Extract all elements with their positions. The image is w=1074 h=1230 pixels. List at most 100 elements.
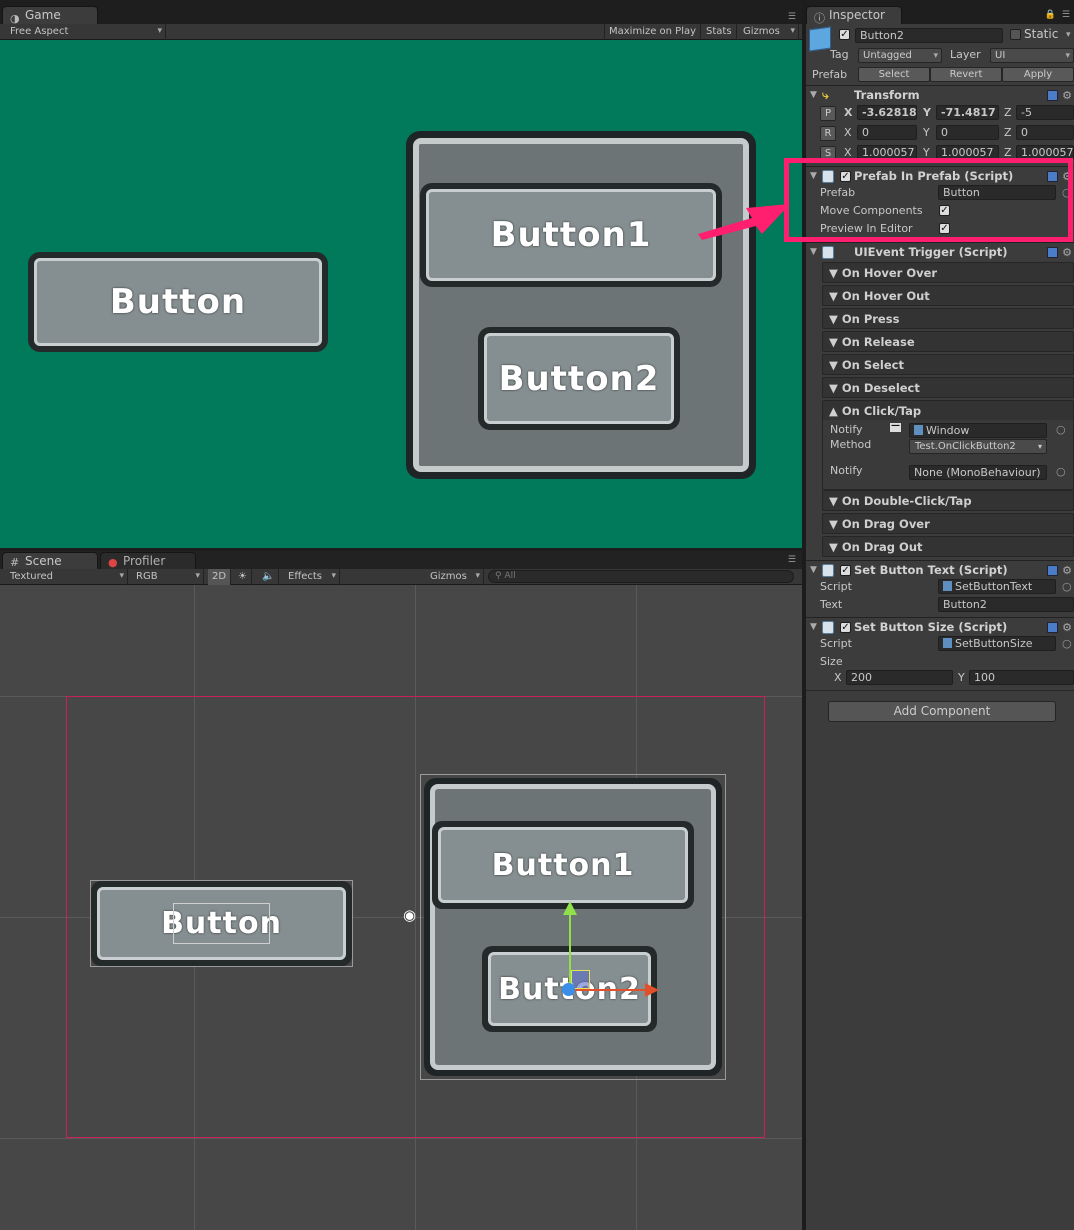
scene-view[interactable]: Button ◉ Button1 Button2 <box>0 585 802 1230</box>
lighting-toggle[interactable]: ☀ <box>234 569 252 585</box>
remove-notify-button[interactable]: — <box>890 422 901 432</box>
maximize-on-play-toggle[interactable]: Maximize on Play <box>604 24 702 40</box>
event-on-hover-out[interactable]: ▼ On Hover Out <box>822 285 1074 306</box>
event-on-click-tap[interactable]: ▲ On Click/Tap <box>822 400 1074 421</box>
position-reset-button[interactable]: P <box>820 106 836 121</box>
help-book-icon[interactable] <box>1047 565 1058 576</box>
text-bounds <box>173 903 270 944</box>
size-script-field[interactable]: SetButtonSize <box>938 636 1056 651</box>
text-field[interactable]: Button2 <box>938 597 1074 612</box>
rot-z-field[interactable]: 0 <box>1016 125 1074 140</box>
help-book-icon[interactable] <box>1047 622 1058 633</box>
menu-icon[interactable]: ☰ <box>788 12 796 22</box>
event-on-double-click-tap[interactable]: ▼ On Double-Click/Tap <box>822 490 1074 511</box>
method-dropdown[interactable]: Test.OnClickButton2 ▾ <box>909 439 1047 454</box>
event-on-press[interactable]: ▼ On Press <box>822 308 1074 329</box>
mode-2d-toggle[interactable]: 2D <box>208 569 232 585</box>
tab-profiler[interactable]: ● Profiler <box>100 552 196 569</box>
tag-dropdown[interactable]: Untagged <box>858 48 942 63</box>
lock-icon[interactable]: 🔒 <box>1045 10 1056 20</box>
tab-scene[interactable]: # Scene <box>2 552 98 569</box>
pos-x-label[interactable]: X <box>844 106 852 119</box>
audio-toggle[interactable]: 🔈 <box>258 569 280 585</box>
render-mode-dropdown[interactable]: RGB <box>132 569 204 585</box>
object-picker-icon[interactable]: ○ <box>1056 423 1066 436</box>
help-book-icon[interactable] <box>1047 247 1058 258</box>
set-button-size-enabled-checkbox[interactable]: ✓ <box>840 622 851 633</box>
object-name-field[interactable]: Button2 <box>855 28 1003 43</box>
pos-z-field[interactable]: -5 <box>1016 105 1074 120</box>
gizmo-pivot[interactable] <box>562 983 575 996</box>
gizmo-x-axis[interactable] <box>571 989 647 991</box>
notify-field[interactable]: Window <box>909 423 1047 438</box>
effects-dropdown[interactable]: Effects <box>284 569 340 585</box>
layer-dropdown[interactable]: UI <box>990 48 1074 63</box>
tab-game[interactable]: ◑ Game <box>2 6 98 25</box>
event-on-drag-out[interactable]: ▼ On Drag Out <box>822 536 1074 557</box>
tab-inspector-label: Inspector <box>829 8 885 22</box>
rot-x-label[interactable]: X <box>844 126 852 139</box>
gizmos-label: Gizmos <box>743 26 780 37</box>
gizmos-dropdown[interactable]: Gizmos <box>739 24 799 40</box>
size-x-field[interactable]: 200 <box>846 670 953 685</box>
event-on-hover-over[interactable]: ▼ On Hover Over <box>822 262 1074 283</box>
size-y-label[interactable]: Y <box>958 671 965 684</box>
aspect-dropdown[interactable]: Free Aspect <box>6 24 166 40</box>
game-button2[interactable]: Button2 <box>478 327 680 430</box>
set-button-size-header[interactable]: ▼ ✓ Set Button Size (Script) ⚙ <box>806 617 1074 637</box>
gear-icon[interactable]: ⚙ <box>1062 618 1072 637</box>
gear-icon[interactable]: ⚙ <box>1062 243 1072 262</box>
event-on-deselect[interactable]: ▼ On Deselect <box>822 377 1074 398</box>
speaker-icon: 🔈 <box>262 571 275 582</box>
event-on-drag-over[interactable]: ▼ On Drag Over <box>822 513 1074 534</box>
help-book-icon[interactable] <box>1047 90 1058 101</box>
gear-icon[interactable]: ⚙ <box>1062 86 1072 105</box>
rot-y-field[interactable]: 0 <box>936 125 999 140</box>
rot-x-field[interactable]: 0 <box>857 125 917 140</box>
size-x-label[interactable]: X <box>834 671 842 684</box>
scene-menu-icon[interactable]: ☰ <box>788 555 796 565</box>
notify2-field[interactable]: None (MonoBehaviour) <box>909 465 1047 480</box>
game-button-left[interactable]: Button <box>28 252 328 352</box>
prefab-select-button[interactable]: Select <box>858 67 930 82</box>
scene-gizmos-dropdown[interactable]: Gizmos <box>426 569 484 585</box>
rot-z-label[interactable]: Z <box>1004 126 1012 139</box>
set-button-text-enabled-checkbox[interactable]: ✓ <box>840 565 851 576</box>
static-checkbox[interactable] <box>1010 29 1021 40</box>
gizmo-y-arrow-icon[interactable] <box>563 901 577 915</box>
object-picker-icon[interactable]: ○ <box>1056 465 1066 478</box>
size-y-field[interactable]: 100 <box>969 670 1074 685</box>
foldout-arrow-icon[interactable]: ▼ <box>810 618 817 637</box>
gear-icon[interactable]: ⚙ <box>1062 561 1072 580</box>
foldout-arrow-icon[interactable]: ▼ <box>810 86 817 105</box>
game-button1[interactable]: Button1 <box>420 183 722 287</box>
prefab-apply-button[interactable]: Apply <box>1002 67 1074 82</box>
pos-x-field[interactable]: -3.62818 <box>857 105 917 120</box>
pos-y-field[interactable]: -71.4817 <box>936 105 999 120</box>
rot-y-label[interactable]: Y <box>923 126 930 139</box>
stats-toggle[interactable]: Stats <box>702 24 737 40</box>
prefab-revert-button[interactable]: Revert <box>930 67 1002 82</box>
text-script-field[interactable]: SetButtonText <box>938 579 1056 594</box>
pos-z-label[interactable]: Z <box>1004 106 1012 119</box>
draw-mode-dropdown[interactable]: Textured <box>6 569 128 585</box>
foldout-arrow-icon[interactable]: ▼ <box>810 561 817 580</box>
rotation-reset-button[interactable]: R <box>820 126 836 141</box>
inspector-menu-icon[interactable]: ☰ <box>1062 10 1070 20</box>
transform-header[interactable]: ▼ ⤷ Transform ⚙ <box>806 85 1074 105</box>
active-checkbox[interactable]: ✓ <box>839 29 850 40</box>
uievent-trigger-header[interactable]: ▼ UIEvent Trigger (Script) ⚙ <box>806 242 1074 262</box>
scene-search-input[interactable]: ⚲ All <box>488 570 794 583</box>
pos-y-label[interactable]: Y <box>923 106 931 119</box>
event-on-release[interactable]: ▼ On Release <box>822 331 1074 352</box>
set-button-text-header[interactable]: ▼ ✓ Set Button Text (Script) ⚙ <box>806 560 1074 580</box>
static-dropdown-icon[interactable]: ▾ <box>1066 30 1071 40</box>
add-component-button[interactable]: Add Component <box>828 701 1056 722</box>
object-picker-icon[interactable]: ○ <box>1062 580 1072 593</box>
event-on-select[interactable]: ▼ On Select <box>822 354 1074 375</box>
tab-inspector[interactable]: ⓘ Inspector <box>806 6 902 25</box>
foldout-arrow-icon[interactable]: ▼ <box>810 243 817 262</box>
gizmo-x-arrow-icon[interactable] <box>645 983 659 997</box>
scene-button1[interactable]: Button1 <box>432 821 694 909</box>
object-picker-icon[interactable]: ○ <box>1062 637 1072 650</box>
